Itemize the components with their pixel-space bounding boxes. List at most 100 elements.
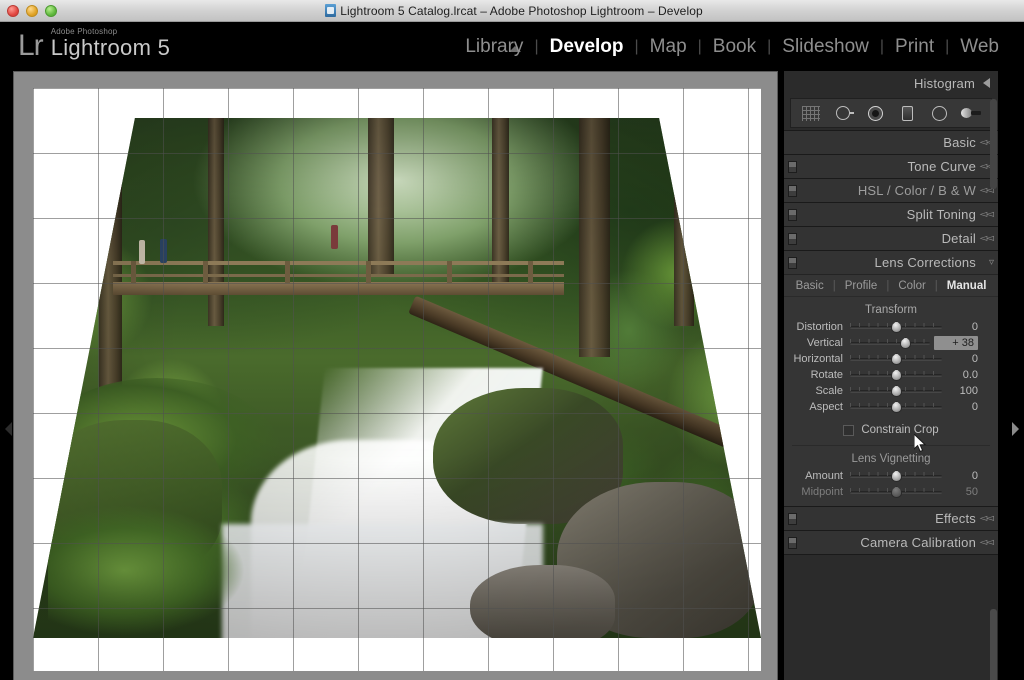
slider-track-rotate[interactable] xyxy=(850,368,942,382)
tab-profile[interactable]: Profile xyxy=(836,280,887,292)
right-panel-scrollbar-upper[interactable] xyxy=(990,99,997,189)
show-left-panel-arrow-icon[interactable] xyxy=(5,422,12,436)
slider-row-scale[interactable]: Scale 100 xyxy=(790,383,992,399)
photo-vignette xyxy=(33,118,761,638)
slider-label-aspect: Aspect xyxy=(809,401,843,413)
slider-value-scale[interactable]: 100 xyxy=(942,385,978,397)
slider-label-vertical: Vertical xyxy=(806,337,843,349)
slider-value-vertical[interactable]: + 38 xyxy=(934,336,978,350)
tool-strip[interactable] xyxy=(790,98,992,128)
slider-track-scale[interactable] xyxy=(850,384,942,398)
rectangle-gradient-icon[interactable] xyxy=(894,103,920,123)
module-library[interactable]: Library xyxy=(454,36,534,58)
tab-basic[interactable]: Basic xyxy=(787,280,833,292)
window-titlebar: Lightroom 5 Catalog.lrcat – Adobe Photos… xyxy=(0,0,1024,22)
disclosure-icon[interactable]: ◅◅ xyxy=(980,514,994,524)
window-controls[interactable] xyxy=(7,5,57,17)
lr-mark: Lr xyxy=(18,29,44,62)
section-header-split-toning[interactable]: Split Toning ◅◅ xyxy=(784,202,998,226)
disclosure-icon[interactable]: ◅◅ xyxy=(980,538,994,548)
panel-switch-camera-calibration[interactable] xyxy=(788,537,797,549)
slider-label-vignette-midpoint: Midpoint xyxy=(801,486,843,498)
panel-switch-detail[interactable] xyxy=(788,233,797,245)
slider-row-distortion[interactable]: Distortion 0 xyxy=(790,319,992,335)
triangle-left-icon[interactable] xyxy=(983,78,990,88)
section-header-detail[interactable]: Detail ◅◅ xyxy=(784,226,998,250)
brush-icon[interactable] xyxy=(958,103,984,123)
slider-row-aspect[interactable]: Aspect 0 xyxy=(790,399,992,415)
catalog-icon xyxy=(325,3,337,17)
close-button[interactable] xyxy=(7,5,19,17)
slider-row-rotate[interactable]: Rotate 0.0 xyxy=(790,367,992,383)
panel-switch-lens-corrections[interactable] xyxy=(788,257,797,269)
disclosure-icon[interactable]: ◅◅ xyxy=(980,210,994,220)
right-panel-scrollbar[interactable] xyxy=(990,609,997,680)
window-title: Lightroom 5 Catalog.lrcat – Adobe Photos… xyxy=(0,3,1024,18)
circle-icon[interactable] xyxy=(926,103,952,123)
tab-manual[interactable]: Manual xyxy=(938,280,996,292)
section-header-hsl[interactable]: HSL / Color / B & W ◅◅ xyxy=(784,178,998,202)
slider-row-vignette-amount[interactable]: Amount 0 xyxy=(790,468,992,484)
slider-track-vignette-midpoint xyxy=(850,485,942,499)
section-label-basic: Basic xyxy=(943,135,976,150)
slider-track-vertical[interactable] xyxy=(850,336,930,350)
slider-value-horizontal[interactable]: 0 xyxy=(942,353,978,365)
slider-row-vignette-midpoint: Midpoint 50 xyxy=(790,484,992,500)
disclosure-icon[interactable]: ◅◅ xyxy=(980,234,994,244)
slider-track-distortion[interactable] xyxy=(850,320,942,334)
slider-row-horizontal[interactable]: Horizontal 0 xyxy=(790,351,992,367)
section-header-lens-corrections[interactable]: Lens Corrections ▿ xyxy=(784,250,998,274)
lens-corrections-tabs[interactable]: Basic | Profile | Color | Manual xyxy=(784,275,998,297)
module-print[interactable]: Print xyxy=(884,36,945,58)
slider-label-scale: Scale xyxy=(815,385,843,397)
image-viewer[interactable] xyxy=(13,71,778,680)
module-develop[interactable]: Develop xyxy=(539,36,635,58)
panel-switch-split-toning[interactable] xyxy=(788,209,797,221)
slider-value-aspect[interactable]: 0 xyxy=(942,401,978,413)
slider-label-vignette-amount: Amount xyxy=(805,470,843,482)
eye-icon[interactable] xyxy=(862,103,888,123)
mouse-cursor xyxy=(914,434,927,453)
image-canvas[interactable] xyxy=(33,88,761,671)
panel-switch-hsl[interactable] xyxy=(788,185,797,197)
identity-name: Lightroom 5 xyxy=(50,35,171,60)
slider-value-distortion[interactable]: 0 xyxy=(942,321,978,333)
slider-track-vignette-amount[interactable] xyxy=(850,469,942,483)
show-right-panel-arrow-icon[interactable] xyxy=(1012,422,1019,436)
tab-color[interactable]: Color xyxy=(889,280,934,292)
minimize-button[interactable] xyxy=(26,5,38,17)
section-header-effects[interactable]: Effects ◅◅ xyxy=(784,506,998,530)
section-label-lens-corrections: Lens Corrections xyxy=(874,255,976,270)
section-header-tone-curve[interactable]: Tone Curve ◅◅ xyxy=(784,154,998,178)
histogram-label: Histogram xyxy=(913,75,975,91)
module-picker[interactable]: Library | Develop | Map | Book | Slidesh… xyxy=(454,36,1010,58)
slider-track-horizontal[interactable] xyxy=(850,352,942,366)
slider-row-vertical[interactable]: Vertical + 38 xyxy=(790,335,992,351)
section-label-hsl: HSL / Color / B & W xyxy=(857,183,976,198)
module-web[interactable]: Web xyxy=(949,36,1010,58)
crop-grid-icon[interactable] xyxy=(798,103,824,123)
spot-circle-icon[interactable] xyxy=(830,103,856,123)
section-label-split-toning: Split Toning xyxy=(906,207,976,222)
lens-corrections-body: Basic | Profile | Color | Manual Transfo… xyxy=(784,274,998,506)
module-map[interactable]: Map xyxy=(639,36,698,58)
panel-switch-effects[interactable] xyxy=(788,513,797,525)
slider-value-vignette-midpoint: 50 xyxy=(965,486,978,498)
panel-switch-tone-curve[interactable] xyxy=(788,161,797,173)
module-book[interactable]: Book xyxy=(702,36,767,58)
section-header-basic[interactable]: Basic ◅◅ xyxy=(784,130,998,154)
identity-plate[interactable]: Lr Adobe Photoshop Lightroom 5 xyxy=(18,28,170,61)
module-slideshow[interactable]: Slideshow xyxy=(771,36,880,58)
slider-value-rotate[interactable]: 0.0 xyxy=(942,369,978,381)
slider-value-vignette-amount[interactable]: 0 xyxy=(942,470,978,482)
slider-track-aspect[interactable] xyxy=(850,400,942,414)
disclosure-icon[interactable]: ▿ xyxy=(989,258,994,268)
constrain-crop-checkbox[interactable] xyxy=(843,424,855,436)
slider-label-distortion: Distortion xyxy=(796,321,843,333)
histogram-header[interactable]: Histogram xyxy=(784,71,998,95)
zoom-button[interactable] xyxy=(45,5,57,17)
section-header-camera-calibration[interactable]: Camera Calibration ◅◅ xyxy=(784,530,998,554)
content-area: Y Y Soft Proofing Histogram xyxy=(0,70,1024,680)
constrain-crop-row[interactable]: Constrain Crop xyxy=(784,424,998,436)
slider-label-rotate: Rotate xyxy=(810,369,843,381)
